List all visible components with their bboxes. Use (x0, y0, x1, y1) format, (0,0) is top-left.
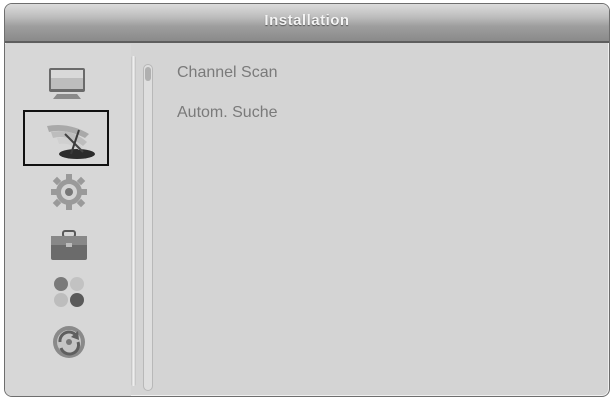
menu-item-autom-suche[interactable]: Autom. Suche (177, 104, 278, 122)
monitor-icon[interactable] (43, 64, 93, 104)
scrollbar[interactable] (143, 64, 153, 391)
title-bar: Installation (5, 4, 609, 43)
briefcase-icon[interactable] (45, 225, 95, 265)
installation-window: Installation Channel Scan Autom. Suche (4, 3, 610, 397)
gear-icon[interactable] (45, 172, 95, 212)
colored-dots-icon[interactable] (45, 272, 95, 312)
refresh-disc-icon[interactable] (45, 322, 95, 362)
sidebar-divider (131, 56, 136, 386)
satellite-dish-icon[interactable] (39, 116, 99, 162)
scrollbar-thumb[interactable] (145, 67, 151, 81)
menu-item-channel-scan[interactable]: Channel Scan (177, 64, 278, 82)
window-title: Installation (264, 12, 350, 29)
